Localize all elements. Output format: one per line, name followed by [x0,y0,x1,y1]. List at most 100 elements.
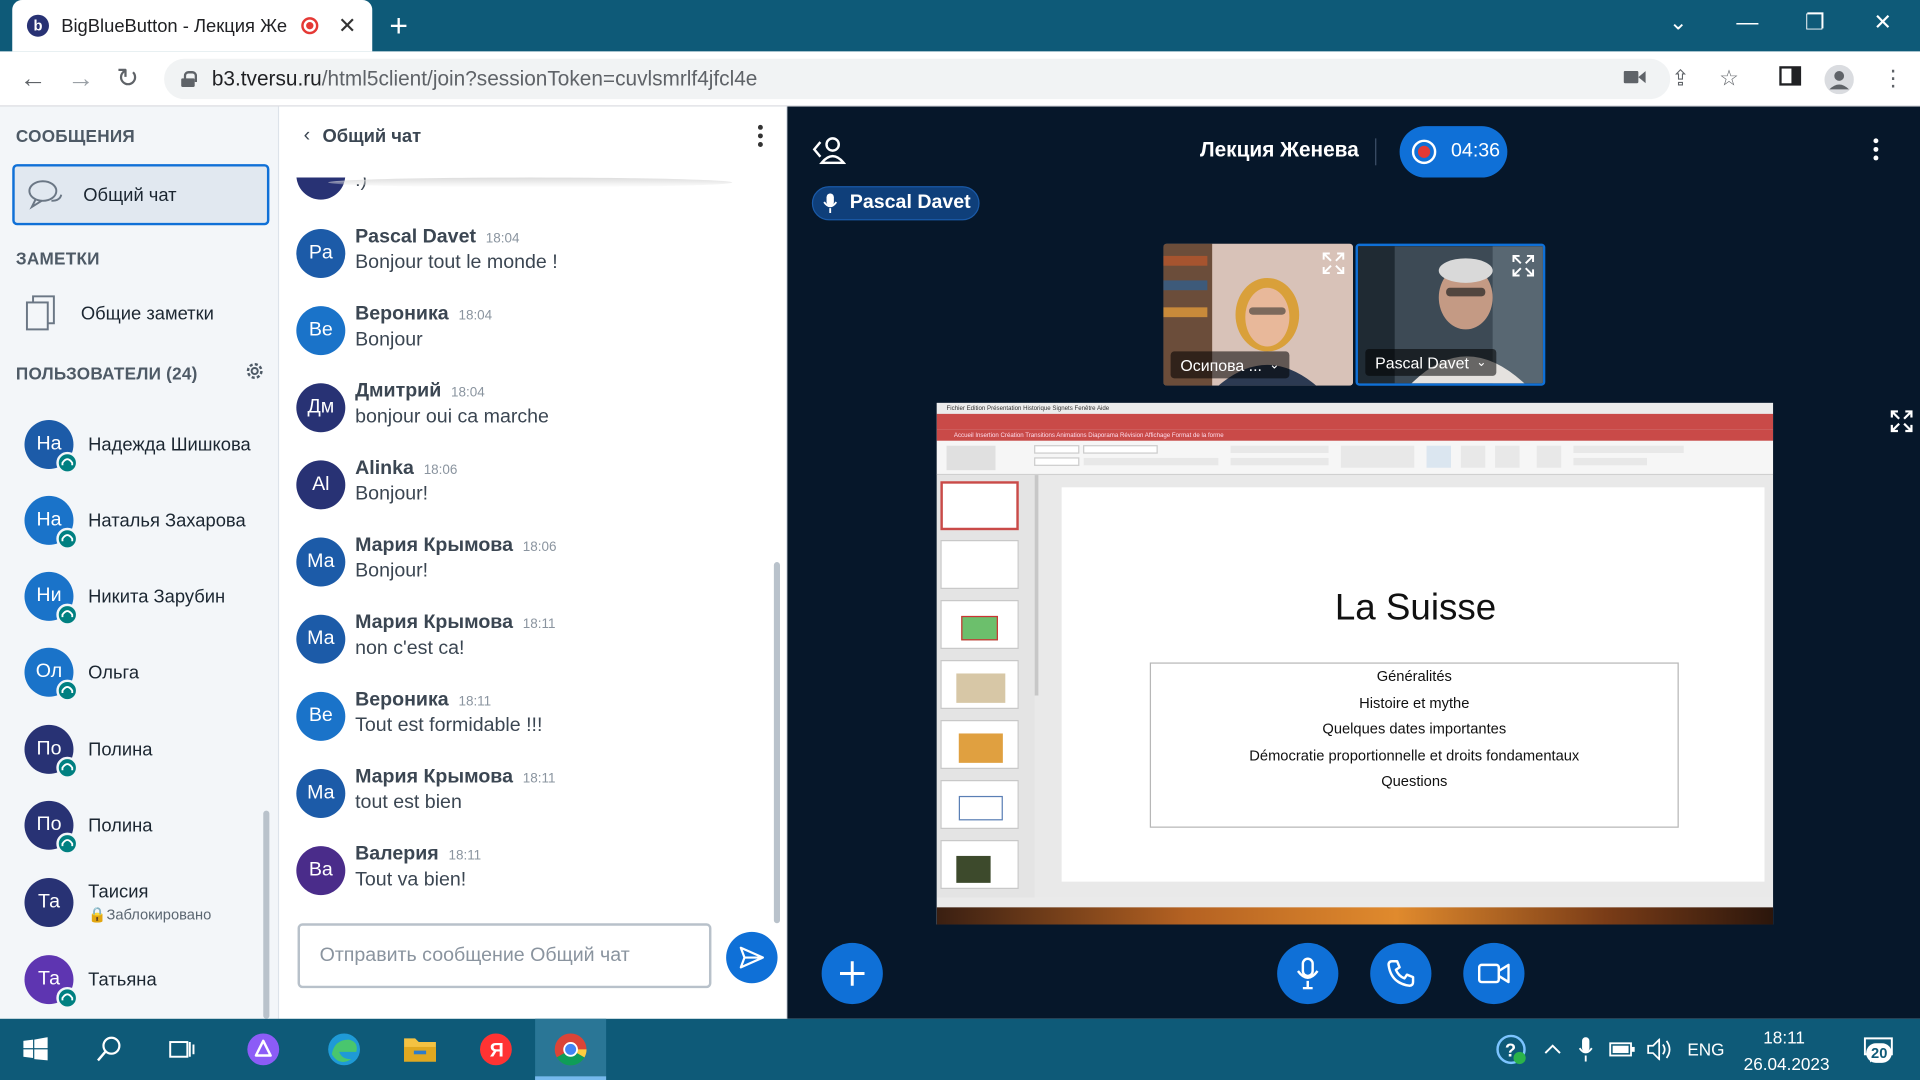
alice-assistant-icon[interactable] [245,1033,282,1066]
user-list-item[interactable]: На Надежда Шишкова [24,415,264,474]
user-list-item[interactable]: По Полина [24,720,264,779]
chrome-icon[interactable] [552,1033,589,1066]
help-tips-icon[interactable]: ? [1494,1033,1528,1065]
shared-notes-entry[interactable]: Общие заметки [12,288,269,339]
close-tab-icon[interactable]: ✕ [338,13,356,39]
public-chat-entry[interactable]: Общий чат [12,164,270,226]
new-tab-button[interactable]: + [389,7,408,44]
headphones-icon [56,603,79,626]
profile-avatar-icon[interactable] [1824,64,1854,101]
sender-name: Alinka [355,457,414,479]
chat-title[interactable]: Общий чат [322,126,421,147]
expand-video-icon[interactable] [1321,251,1345,275]
chevron-left-icon[interactable]: ‹ [304,125,311,147]
chat-bubbles-icon [28,180,63,210]
chat-header: ‹ Общий чат [279,107,787,166]
clock-date[interactable]: 26.04.2023 [1744,1054,1830,1074]
talking-indicator[interactable]: Pascal Davet [811,186,980,221]
message-input[interactable]: Отправить сообщение Общий чат [297,923,712,989]
bookmark-star-icon[interactable]: ☆ [1719,65,1739,92]
url-host: b3.tversu.ru [211,66,322,91]
ppt-ribbon [936,440,1774,476]
expand-video-icon[interactable] [1511,253,1535,277]
user-list-item[interactable]: Ол Ольга [24,643,264,702]
locked-status: 🔒Заблокировано [88,906,212,924]
restore-button[interactable]: ❐ [1805,7,1825,36]
windows-start-icon[interactable] [22,1033,49,1065]
video-user-name[interactable]: Осипова ... ⌄ [1170,351,1290,379]
clock-time[interactable]: 18:11 [1763,1027,1805,1047]
video-tile[interactable]: Осипова ... ⌄ [1163,243,1354,386]
mute-microphone-button[interactable] [1277,942,1339,1005]
volume-icon[interactable] [1647,1033,1674,1065]
avatar: Дм [296,383,346,433]
message-text: bonjour oui ca marche [355,406,549,428]
avatar: Al [296,460,346,510]
send-button[interactable] [726,931,778,984]
message-text: Tout est formidable !!! [355,715,543,736]
reload-button[interactable]: ↻ [116,62,139,94]
user-list-item[interactable]: Та Таисия 🔒Заблокировано [24,873,264,932]
chat-message: Ва Валерия 18:11 Tout va bien! [296,844,761,896]
task-view-icon[interactable] [167,1033,196,1065]
battery-icon[interactable] [1608,1033,1637,1065]
edge-browser-icon[interactable] [326,1033,363,1066]
url-field[interactable]: b3.tversu.ru/html5client/join?sessionTok… [164,58,1671,100]
share-icon[interactable]: ⇪ [1671,65,1689,92]
user-name: Наталья Захарова [88,510,246,531]
user-list-item[interactable]: Та Татьяна [24,950,264,1009]
forward-button[interactable]: → [67,62,94,94]
ppt-title-bar [936,413,1774,430]
video-tile[interactable]: Pascal Davet ⌄ [1355,243,1546,386]
leave-audio-button[interactable] [1370,942,1432,1005]
minimize-button[interactable]: — [1736,7,1758,36]
side-panel-icon[interactable] [1779,65,1802,92]
notification-count: 20 [1866,1043,1893,1063]
user-list-item[interactable]: По Полина [24,796,264,855]
avatar: Ол [24,647,79,702]
chevron-up-icon[interactable] [1542,1033,1564,1065]
chat-message: Ма Мария Крымова 18:11 non c'est ca! [296,612,761,664]
message-time: 18:11 [458,694,492,709]
share-webcam-button[interactable] [1463,942,1525,1005]
search-icon[interactable] [96,1033,123,1065]
mac-menu-bar: Fichier Edition Présentation Historique … [936,402,1774,414]
message-time: 18:04 [458,308,493,324]
user-list-item[interactable]: На Наталья Захарова [24,491,264,550]
toggle-user-list-icon[interactable] [812,135,847,165]
sender-name: Вероника [355,689,449,711]
chat-scrollbar[interactable] [773,562,781,924]
message-text: Bonjour [355,329,423,351]
gear-icon[interactable] [244,360,266,382]
notes-heading: ЗАМЕТКИ [15,248,100,269]
language-indicator[interactable]: ENG [1687,1040,1724,1060]
slide-thumb [940,660,1019,709]
browser-menu-icon[interactable]: ⋮ [1882,65,1904,92]
avatar: Та [24,955,79,1009]
avatar: Ма [296,614,346,664]
options-menu-icon[interactable] [1873,138,1879,162]
avatar: По [24,724,79,779]
fullscreen-icon[interactable] [1889,409,1913,433]
notifications-icon[interactable]: 20 [1856,1033,1900,1065]
recording-button[interactable]: 04:36 [1399,126,1508,178]
camera-in-use-icon[interactable] [1623,65,1646,92]
video-user-name[interactable]: Pascal Davet ⌄ [1365,348,1497,376]
file-explorer-icon[interactable] [402,1033,439,1065]
back-button[interactable]: ← [20,62,47,94]
slide-thumbnails [936,475,1035,898]
avatar: На [24,420,79,474]
yandex-browser-icon[interactable]: Я [478,1033,515,1066]
users-scrollbar[interactable] [263,810,270,1019]
microphone-tray-icon[interactable] [1576,1033,1596,1065]
chat-options-icon[interactable] [757,124,763,147]
user-list-item[interactable]: Ни Никита Зарубин [24,567,264,626]
user-name: Никита Зарубин [88,585,226,607]
users-heading: ПОЛЬЗОВАТЕЛИ (24) [15,363,198,384]
tab-search-icon[interactable]: ⌄ [1669,7,1687,36]
actions-plus-button[interactable] [821,942,883,1005]
bbb-favicon-icon: b [26,14,49,37]
browser-tab[interactable]: b BigBlueButton - Лекция Же ✕ [12,0,373,52]
lock-icon [181,71,198,87]
close-window-button[interactable]: ✕ [1873,7,1891,36]
